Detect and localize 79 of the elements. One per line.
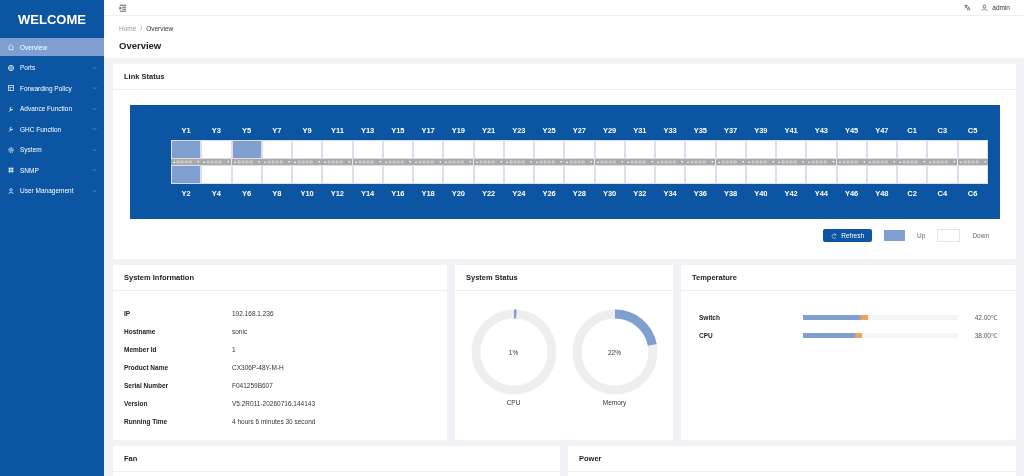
port-cell[interactable] [352,140,383,159]
refresh-icon [831,232,838,239]
gear-icon [7,145,15,154]
port-cell[interactable] [443,140,474,159]
port-cell[interactable] [473,165,504,184]
table-icon [7,84,15,92]
port-cell[interactable] [382,165,413,184]
menu-icon[interactable] [119,3,127,12]
globe-icon [7,63,15,72]
chevron-down-icon [92,86,97,90]
port-cell[interactable] [685,140,716,159]
port-cell[interactable] [776,165,807,184]
port-cell[interactable] [231,165,262,184]
port-cell[interactable] [352,165,383,184]
page-title: Overview [119,40,163,51]
port-cell[interactable] [806,165,837,184]
port-cell[interactable] [927,140,958,159]
port-cell[interactable] [473,140,504,159]
port-cell[interactable] [503,165,534,184]
wrench-icon [7,104,15,113]
port-cell[interactable] [806,140,837,159]
port-cell[interactable] [261,140,292,159]
port-cell[interactable] [957,140,988,159]
port-cell[interactable] [413,140,444,159]
port-cell[interactable] [685,165,716,184]
port-cell[interactable] [897,140,928,159]
port-cell[interactable] [715,165,746,184]
port-cell[interactable] [745,165,776,184]
port-cell[interactable] [413,165,444,184]
port-cell[interactable] [655,165,686,184]
port-cell[interactable] [261,165,292,184]
ring-fill [513,309,517,319]
port-cell[interactable] [655,140,686,159]
home-icon [7,43,15,51]
port-cell[interactable] [171,165,202,184]
port-cell[interactable] [624,140,655,159]
port-cell[interactable] [594,140,625,159]
port-cell[interactable] [171,140,202,159]
port-cell[interactable] [322,165,353,184]
port-cell[interactable] [534,165,565,184]
chevron-down-icon [92,65,97,70]
port-cell[interactable] [231,140,262,159]
port-cell[interactable] [866,140,897,159]
port-cell[interactable] [292,165,323,184]
port-cell[interactable] [715,140,746,159]
port-cell[interactable] [564,140,595,159]
port-cell[interactable] [927,165,958,184]
chevron-down-icon [92,127,97,131]
port-cell[interactable] [897,165,928,184]
ring-fill [614,309,657,346]
translate-icon[interactable] [964,4,972,11]
app-title: WELCOME [17,10,87,29]
port-cell[interactable] [322,140,353,159]
port-cell[interactable] [594,165,625,184]
port-cell[interactable] [564,165,595,184]
port-cell[interactable] [443,165,474,184]
port-cell[interactable] [292,140,323,159]
chevron-down-icon [92,147,97,152]
port-cell[interactable] [201,140,232,159]
port-cell[interactable] [624,165,655,184]
user-icon [7,186,15,195]
chevron-down-icon [92,188,97,193]
down-swatch [937,229,961,242]
chevron-down-icon [92,168,97,172]
port-cell[interactable] [534,140,565,159]
port-cell[interactable] [836,165,867,184]
chevron-down-icon [92,106,97,111]
port-cell[interactable] [836,140,867,159]
port-cell[interactable] [957,165,988,184]
port-cell[interactable] [776,140,807,159]
port-cell[interactable] [201,165,232,184]
grid-icon [7,166,15,174]
wrench-icon [7,125,15,133]
up-swatch [884,230,906,241]
port-cell[interactable] [745,140,776,159]
port-cell[interactable] [503,140,534,159]
port-cell[interactable] [866,165,897,184]
port-cell[interactable] [382,140,413,159]
user-icon [981,4,989,11]
